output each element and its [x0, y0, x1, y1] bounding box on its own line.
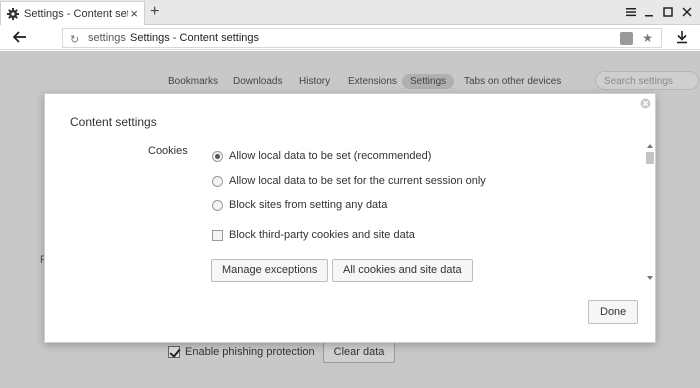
- tab-extensions[interactable]: Extensions: [340, 74, 405, 89]
- search-settings-input[interactable]: Search settings: [595, 71, 699, 90]
- protect-icon[interactable]: [620, 32, 633, 45]
- block-sites-radio[interactable]: [212, 199, 223, 211]
- url-page-title: Settings - Content settings: [130, 32, 260, 44]
- download-icon[interactable]: [676, 30, 688, 44]
- close-window-icon[interactable]: [680, 5, 694, 19]
- session-only-option[interactable]: Allow local data to be set for the curre…: [212, 175, 486, 187]
- content-settings-dialog: Content settings Cookies Allow local dat…: [44, 93, 656, 343]
- phishing-protection-checkbox[interactable]: [168, 346, 180, 358]
- bookmark-star-icon[interactable]: ★: [642, 31, 653, 45]
- manage-exceptions-button[interactable]: Manage exceptions: [211, 259, 329, 282]
- reload-icon[interactable]: ↻: [70, 33, 79, 46]
- maximize-icon[interactable]: [661, 5, 675, 19]
- tab-close-icon[interactable]: ×: [130, 7, 138, 20]
- scroll-thumb[interactable]: [646, 152, 654, 164]
- search-placeholder: Search settings: [604, 76, 673, 87]
- url-host: settings: [88, 32, 126, 44]
- dialog-scrollbar[interactable]: [645, 142, 655, 282]
- gear-icon: [7, 7, 19, 20]
- back-arrow-icon[interactable]: [13, 31, 27, 43]
- dialog-title: Content settings: [70, 115, 157, 129]
- block-third-party-label: Block third-party cookies and site data: [229, 229, 415, 241]
- tab-other-devices[interactable]: Tabs on other devices: [456, 74, 569, 89]
- block-sites-option[interactable]: Block sites from setting any data: [212, 199, 387, 211]
- menu-icon[interactable]: [624, 5, 638, 19]
- address-bar[interactable]: ↻ settings Settings - Content settings ★: [62, 28, 662, 48]
- allow-local-data-label: Allow local data to be set (recommended): [229, 150, 432, 162]
- block-third-party-checkbox[interactable]: [212, 229, 223, 241]
- scroll-up-arrow-icon[interactable]: [647, 144, 653, 148]
- clear-data-button[interactable]: Clear data: [322, 341, 396, 363]
- phishing-protection-row: Enable phishing protection Clear data: [168, 341, 396, 363]
- cookies-section-label: Cookies: [148, 145, 188, 157]
- tab-history[interactable]: History: [291, 74, 338, 89]
- title-bar: Settings - Content settings × +: [0, 0, 700, 25]
- block-sites-label: Block sites from setting any data: [229, 199, 388, 211]
- allow-local-data-radio[interactable]: [212, 150, 223, 162]
- new-tab-icon[interactable]: +: [150, 4, 159, 20]
- done-button[interactable]: Done: [588, 300, 639, 324]
- tab-downloads[interactable]: Downloads: [225, 74, 290, 89]
- session-only-label: Allow local data to be set for the curre…: [229, 175, 486, 187]
- phishing-protection-label: Enable phishing protection: [185, 346, 315, 358]
- minimize-icon[interactable]: [642, 5, 656, 19]
- block-third-party-option[interactable]: Block third-party cookies and site data: [212, 229, 415, 241]
- tab-title: Settings - Content settings: [24, 7, 128, 20]
- allow-local-data-option[interactable]: Allow local data to be set (recommended): [212, 150, 431, 162]
- tab-bookmarks[interactable]: Bookmarks: [160, 74, 226, 89]
- all-cookies-button[interactable]: All cookies and site data: [332, 259, 473, 282]
- scroll-down-arrow-icon[interactable]: [647, 276, 653, 280]
- navigation-bar: ↻ settings Settings - Content settings ★: [0, 26, 700, 50]
- browser-tab[interactable]: Settings - Content settings ×: [0, 1, 145, 25]
- tab-settings[interactable]: Settings: [402, 74, 455, 89]
- session-only-radio[interactable]: [212, 175, 223, 187]
- close-dialog-icon[interactable]: [640, 98, 651, 109]
